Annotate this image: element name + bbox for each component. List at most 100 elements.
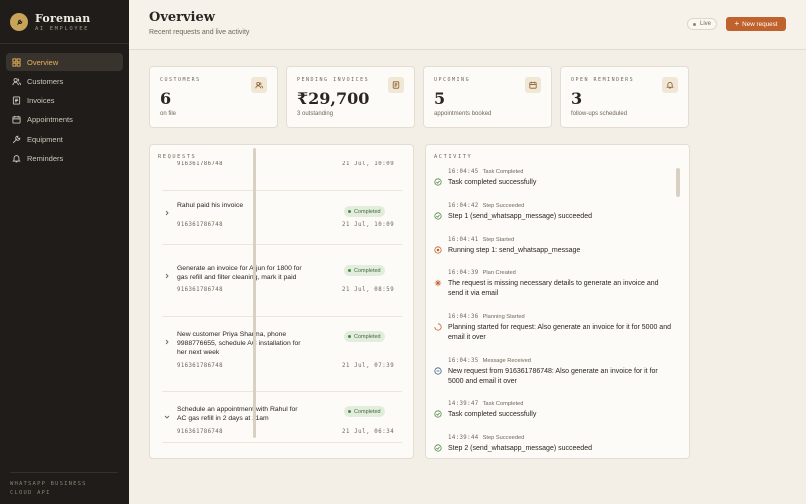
sidebar-item-label: Equipment [27,134,63,144]
request-divider [162,190,402,191]
request-divider [162,244,402,245]
activity-item: 16:04:35 Message Received New request fro… [434,358,679,398]
request-time: 21 Jul, 10:09 [342,161,395,167]
request-phone: 916361786748 [177,222,223,228]
users-icon [251,77,267,93]
activity-meta: 16:04:35 Message Received [448,358,531,364]
stat-card-pending-invoices: PENDING INVOICES ₹29,700 3 outstanding [286,66,415,128]
check-circle-icon [434,439,442,452]
status-label: Completed [354,333,381,340]
activity-title: ACTIVITY [434,154,473,160]
sidebar-item-customers[interactable]: Customers [6,72,123,90]
request-divider [162,391,402,392]
activity-meta: 16:04:41 Step Started [448,237,514,243]
requests-scrollbar[interactable] [253,148,256,438]
sidebar-item-label: Overview [27,57,59,67]
activity-item: 14:39:47 Task Completed Task completed su… [434,401,679,429]
sidebar-item-label: Reminders [27,153,64,163]
sidebar-item-label: Appointments [27,115,73,125]
activity-meta: 16:04:45 Task Completed [448,169,523,175]
activity-time: 16:04:41 [448,237,479,243]
chevron-right-icon[interactable] [164,332,170,345]
activity-time: 14:39:47 [448,401,479,407]
request-item[interactable]: New customer Priya Sharma, phone 9988776… [164,330,400,390]
chevron-right-icon[interactable] [164,203,170,216]
stat-value: 6 [160,89,172,108]
sidebar: Foreman AI EMPLOYEE Overview Customers I… [0,0,129,504]
stat-card-upcoming: UPCOMING 5 appointments booked [423,66,552,128]
sidebar-footer: WHATSAPP BUSINESS CLOUD API [10,481,87,496]
chevron-down-icon[interactable] [164,407,170,419]
request-phone: 916361786748 [177,287,223,293]
grid-icon [12,57,21,67]
sidebar-item-label: Customers [27,76,64,86]
request-item[interactable]: Generate an invoice for Arjun for 1800 f… [164,264,400,314]
invoice-icon [12,96,21,105]
activity-item: 16:04:45 Task Completed Task completed su… [434,169,679,197]
plus-icon: + [734,19,740,28]
new-request-button[interactable]: + New request [726,17,786,31]
activity-text: Step 2 (send_whatsapp_message) succeeded [448,445,592,452]
bell-icon [12,154,21,163]
stat-card-customers: CUSTOMERS 6 on file [149,66,278,128]
activity-tag: Planning Started [482,314,525,320]
request-item[interactable]: Schedule an appointment with Rahul for A… [164,405,400,455]
sidebar-item-invoices[interactable]: Invoices [6,92,123,110]
stat-label: CUSTOMERS [160,77,201,83]
activity-meta: 16:04:42 Step Succeeded [448,203,524,209]
activity-text: Task completed successfully [448,179,537,186]
wrench-icon [12,135,21,144]
calendar-icon [525,77,541,93]
activity-item: 14:39:44 Step Succeeded Step 2 (send_what… [434,435,679,458]
sidebar-item-overview[interactable]: Overview [6,53,123,71]
brand[interactable]: Foreman AI EMPLOYEE [10,12,91,32]
brand-name: Foreman [35,12,91,25]
brand-logo-icon [10,13,28,31]
sidebar-item-label: Invoices [27,96,55,106]
activity-item: 16:04:41 Step Started Running step 1: sen… [434,237,679,265]
page-title: Overview [149,10,215,25]
chevron-right-icon[interactable] [164,266,170,279]
request-text: New customer Priya Sharma, phone 9988776… [177,331,301,357]
request-item-partial[interactable]: 916361786748 21 Jul, 10:09 [164,161,400,171]
activity-text: The request is missing necessary details… [448,280,659,297]
activity-text: Running step 1: send_whatsapp_message [448,247,581,254]
check-circle-icon [434,207,442,220]
activity-tag: Message Received [482,358,531,364]
stat-value: 5 [434,89,446,108]
status-badge: Completed [344,206,385,217]
status-dot-icon [348,210,351,213]
activity-tag: Step Succeeded [482,435,525,441]
request-time: 21 Jul, 10:09 [342,222,395,228]
sidebar-nav: Overview Customers Invoices Appointments… [6,53,123,169]
request-time: 21 Jul, 08:59 [342,287,395,293]
live-dot-icon [693,22,696,26]
request-divider [162,442,402,443]
activity-tag: Plan Created [482,270,516,276]
live-indicator[interactable]: Live [687,18,718,30]
requests-title: REQUESTS [158,154,197,160]
stat-label: UPCOMING [434,77,471,83]
new-request-label: New request [742,20,778,28]
request-phone: 916361786748 [177,161,223,167]
sidebar-item-reminders[interactable]: Reminders [6,149,123,167]
requests-panel: REQUESTS 916361786748 21 Jul, 10:09 Rahu… [149,144,414,459]
status-dot-icon [348,410,351,413]
sidebar-item-equipment[interactable]: Equipment [6,130,123,148]
activity-tag: Step Succeeded [482,203,525,209]
message-icon [434,362,442,375]
activity-list[interactable]: 16:04:45 Task Completed Task completed su… [426,165,689,458]
requests-list[interactable]: 916361786748 21 Jul, 10:09 Rahul paid hi… [150,161,413,458]
activity-meta: 16:04:39 Plan Created [448,270,516,276]
sidebar-item-appointments[interactable]: Appointments [6,111,123,129]
request-text: Generate an invoice for Arjun for 1800 f… [177,265,302,282]
live-label: Live [700,21,712,27]
bell-icon [662,77,678,93]
sidebar-footer-divider [10,472,118,473]
activity-scrollbar[interactable] [676,168,680,197]
activity-text: Task completed successfully [448,411,537,418]
request-time: 21 Jul, 06:34 [342,429,395,435]
request-text: Schedule an appointment with Rahul for A… [177,406,298,423]
page-header: Overview Recent requests and live activi… [129,0,806,50]
activity-item: 16:04:36 Planning Started Planning starte… [434,314,679,354]
